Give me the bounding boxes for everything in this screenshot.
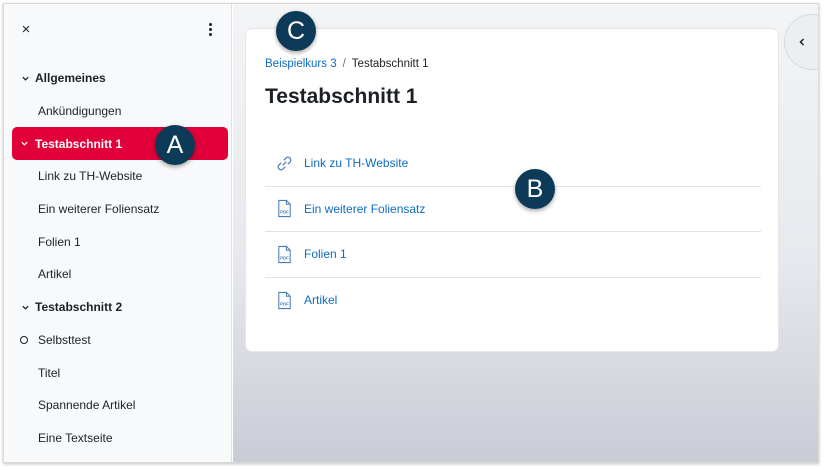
activity-folien-1[interactable]: PDF Folien 1: [265, 232, 761, 278]
sidebar-item-label: Titel: [38, 365, 61, 380]
sidebar-item-ein-weiterer-foliensatz[interactable]: Ein weiterer Foliensatz: [4, 193, 232, 226]
page-title: Testabschnitt 1: [265, 85, 418, 108]
section-card: Beispielkurs 3 / Testabschnitt 1 Testabs…: [245, 28, 779, 352]
activity-label[interactable]: Folien 1: [304, 247, 347, 261]
activity-ein-weiterer-foliensatz[interactable]: PDF Ein weiterer Foliensatz: [265, 187, 761, 232]
chevron-down-icon[interactable]: [18, 138, 30, 150]
activity-label[interactable]: Ein weiterer Foliensatz: [304, 202, 425, 216]
sidebar-item-eine-textseite[interactable]: Eine Textseite: [4, 422, 232, 455]
sidebar-item-titel[interactable]: Titel: [4, 356, 232, 389]
link-icon: [274, 153, 294, 173]
sidebar-section-testabschnitt-2[interactable]: Testabschnitt 2: [4, 291, 232, 324]
pdf-icon: PDF: [274, 199, 294, 219]
sidebar-item-ankuendigungen[interactable]: Ankündigungen: [4, 95, 232, 128]
breadcrumb-current: Testabschnitt 1: [351, 58, 429, 70]
chevron-down-icon[interactable]: [19, 72, 31, 84]
chevron-down-icon[interactable]: [19, 301, 31, 313]
open-block-drawer-button[interactable]: [784, 14, 818, 70]
breadcrumb-separator: /: [342, 58, 346, 70]
chevron-left-icon: [799, 38, 805, 46]
activity-list: Link zu TH-Website PDF Ein weiterer Foli…: [265, 141, 761, 323]
course-index-drawer: × Allgemeines Ankündigungen Testabschnit…: [4, 4, 232, 462]
activity-link-zu-th-website[interactable]: Link zu TH-Website: [265, 141, 761, 187]
svg-text:PDF: PDF: [280, 210, 289, 215]
sidebar-item-label: Allgemeines: [35, 71, 106, 86]
sidebar-item-label: Testabschnitt 2: [35, 300, 123, 315]
sidebar-item-label: Folien 1: [38, 234, 81, 249]
sidebar-item-folien-1[interactable]: Folien 1: [4, 225, 232, 258]
sidebar-item-label: Link zu TH-Website: [38, 169, 143, 184]
activity-label[interactable]: Artikel: [304, 293, 337, 307]
annotation-marker-a: A: [155, 125, 195, 165]
sidebar-item-spannende-artikel[interactable]: Spannende Artikel: [4, 389, 232, 422]
sidebar-item-label: Ein weiterer Foliensatz: [38, 202, 160, 217]
more-options-icon[interactable]: [202, 22, 218, 38]
breadcrumb-course-link[interactable]: Beispielkurs 3: [265, 58, 337, 70]
annotation-marker-c: C: [276, 11, 316, 51]
sidebar-section-allgemeines[interactable]: Allgemeines: [4, 62, 232, 95]
breadcrumb: Beispielkurs 3 / Testabschnitt 1: [265, 58, 429, 70]
close-drawer-icon[interactable]: ×: [18, 22, 34, 38]
activity-label[interactable]: Link zu TH-Website: [304, 156, 408, 170]
sidebar-item-label: Eine Textseite: [38, 430, 113, 445]
completion-circle-icon: [20, 335, 28, 344]
sidebar-item-label: Ankündigungen: [38, 104, 122, 119]
app-window: × Allgemeines Ankündigungen Testabschnit…: [3, 3, 819, 463]
main-region: Beispielkurs 3 / Testabschnitt 1 Testabs…: [233, 4, 818, 462]
pdf-icon: PDF: [274, 290, 294, 310]
sidebar-item-selbsttest[interactable]: Selbsttest: [4, 324, 232, 357]
course-index-list: Allgemeines Ankündigungen Testabschnitt …: [4, 62, 232, 454]
sidebar-item-label: Artikel: [38, 267, 72, 282]
svg-text:PDF: PDF: [280, 255, 289, 260]
sidebar-item-artikel[interactable]: Artikel: [4, 258, 232, 291]
svg-text:PDF: PDF: [280, 301, 289, 306]
sidebar-section-testabschnitt-1[interactable]: Testabschnitt 1: [12, 127, 228, 161]
sidebar-item-label: Testabschnitt 1: [35, 136, 123, 151]
sidebar-item-link-zu-th-website[interactable]: Link zu TH-Website: [4, 160, 232, 193]
sidebar-item-label: Selbsttest: [38, 332, 91, 347]
sidebar-item-label: Spannende Artikel: [38, 398, 136, 413]
annotation-marker-b: B: [515, 169, 555, 209]
activity-artikel[interactable]: PDF Artikel: [265, 278, 761, 324]
pdf-icon: PDF: [274, 244, 294, 264]
